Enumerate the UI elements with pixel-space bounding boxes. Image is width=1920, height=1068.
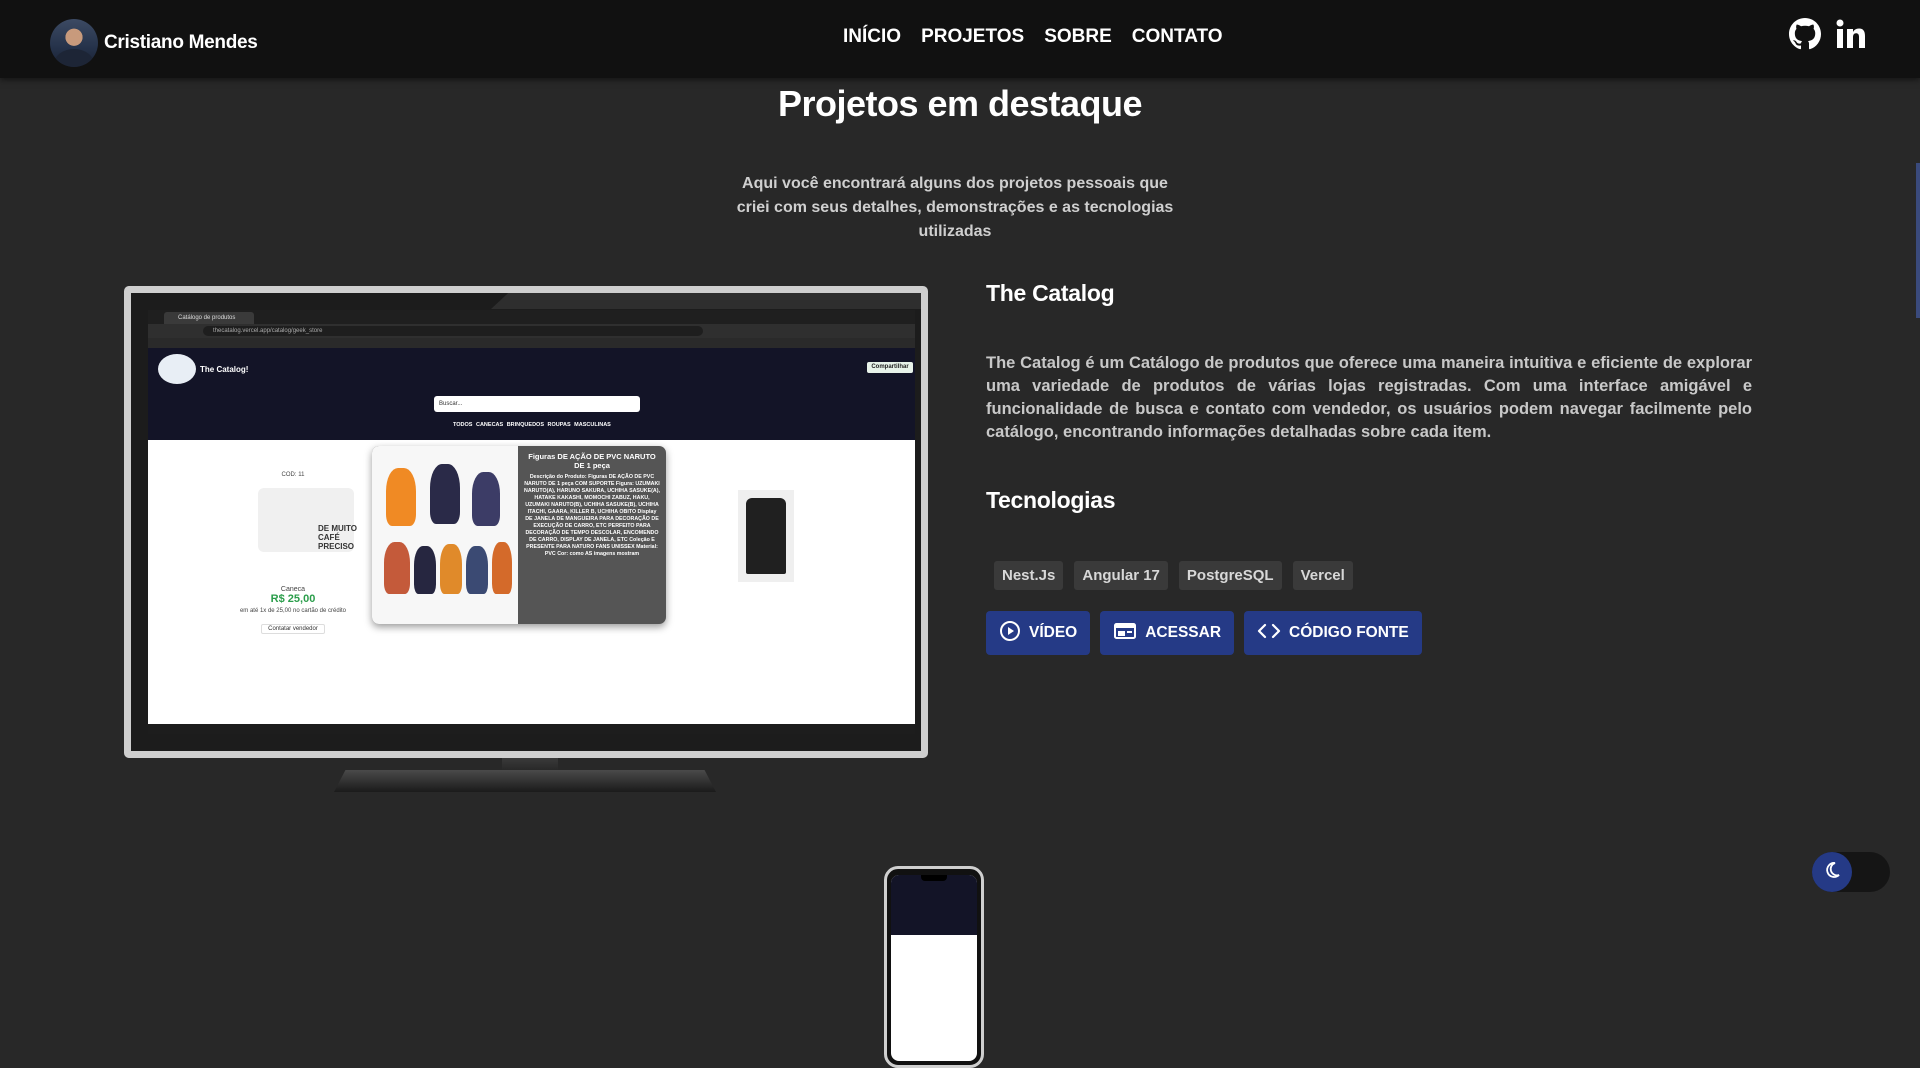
tech-tag: PostgreSQL (1178, 561, 1282, 590)
theme-toggle[interactable] (1812, 852, 1890, 892)
avatar (50, 19, 98, 67)
figures-image (372, 446, 518, 624)
section-subtitle: Aqui você encontrará alguns dos projetos… (736, 175, 1174, 240)
social-links (1789, 18, 1867, 50)
popup-description: Descrição do Produto: Figuras DE AÇÃO DE… (524, 474, 660, 557)
play-icon (999, 620, 1021, 647)
contact-seller-button: Contatar vendedor (261, 624, 325, 634)
code-icon (1257, 622, 1281, 645)
nav-link-projetos[interactable]: PROJETOS (921, 26, 1024, 48)
product-note: em até 1x de 25,00 no cartão de crédito (239, 608, 347, 614)
brand[interactable]: Cristiano Mendes (50, 19, 258, 67)
site-search: Buscar... (434, 396, 640, 412)
site-header: The Catalog! Compartilhar Buscar... TODO… (148, 348, 915, 440)
popup-title: Figuras DE AÇÃO DE PVC NARUTO DE 1 peça (528, 452, 656, 470)
share-button: Compartilhar (867, 362, 913, 373)
technologies-title: Tecnologias (986, 487, 1116, 513)
section-title: Projetos em destaque (777, 83, 1143, 124)
monitor-screen: Catálogo de produtos thecatalog.vercel.a… (131, 293, 921, 751)
technology-tags: Nest.Js Angular 17 PostgreSQL Vercel (994, 561, 1353, 590)
browser-tab: Catálogo de produtos (164, 312, 254, 324)
source-code-button-label: CÓDIGO FONTE (1289, 624, 1409, 641)
moon-icon (1822, 860, 1842, 885)
product-code: COD: 11 (281, 472, 305, 478)
nav-link-sobre[interactable]: SOBRE (1044, 26, 1112, 48)
brand-name[interactable]: Cristiano Mendes (104, 32, 258, 54)
video-button-label: VÍDEO (1029, 624, 1078, 641)
scrollbar-thumb[interactable] (1916, 163, 1920, 318)
project-description: The Catalog é um Catálogo de produtos qu… (986, 354, 1752, 441)
site-logo (158, 354, 196, 384)
video-button[interactable]: VÍDEO (986, 611, 1091, 655)
mug-text: DE MUITO CAFÉ PRECISO (318, 524, 357, 551)
project-mockup: Catálogo de produtos thecatalog.vercel.a… (124, 286, 984, 1068)
theme-toggle-knob[interactable] (1812, 852, 1852, 892)
tech-tag: Vercel (1292, 561, 1353, 590)
main-nav: INÍCIO PROJETOS SOBRE CONTATO (843, 26, 1223, 48)
nav-link-contato[interactable]: CONTATO (1132, 26, 1223, 48)
project-actions: VÍDEO ACESSAR CÓDIGO FONTE (986, 611, 1422, 655)
product-card: COD: 11 (208, 472, 378, 478)
tech-tag: Angular 17 (1074, 561, 1168, 590)
phone-mockup (884, 866, 984, 1068)
monitor-frame: Catálogo de produtos thecatalog.vercel.a… (124, 286, 928, 758)
product-popup: Figuras DE AÇÃO DE PVC NARUTO DE 1 peça … (372, 446, 666, 624)
github-icon[interactable] (1789, 18, 1821, 50)
product-name: Caneca (280, 586, 306, 593)
project-title: The Catalog (986, 280, 1115, 306)
access-button-label: ACESSAR (1145, 624, 1222, 641)
product-price: R$ 25,00 (270, 593, 316, 605)
browser-screenshot: Catálogo de produtos thecatalog.vercel.a… (148, 310, 915, 734)
site-body: COD: 11 DE MUITO CAFÉ PRECISO Caneca R$ 25… (148, 440, 915, 734)
monitor-stand-base (334, 770, 716, 792)
source-code-button[interactable]: CÓDIGO FONTE (1244, 611, 1422, 655)
linkedin-icon[interactable] (1835, 19, 1867, 49)
popup-text: Figuras DE AÇÃO DE PVC NARUTO DE 1 peça … (524, 452, 660, 558)
browser-icon (1113, 621, 1137, 646)
phone-screen (891, 875, 977, 1061)
navbar: Cristiano Mendes INÍCIO PROJETOS SOBRE C… (0, 0, 1920, 78)
browser-url: thecatalog.vercel.app/catalog/geek_store (203, 326, 703, 336)
taskbar (148, 724, 915, 734)
access-button[interactable]: ACESSAR (1100, 611, 1235, 655)
site-name: The Catalog! (200, 365, 249, 374)
shirt-image (738, 490, 794, 582)
product-info: Caneca R$ 25,00 em até 1x de 25,00 no ca… (208, 586, 378, 634)
tech-tag: Nest.Js (994, 561, 1064, 590)
site-categories: TODOS CANECAS BRINQUEDOS ROUPAS MASCULIN… (453, 422, 611, 428)
nav-link-inicio[interactable]: INÍCIO (843, 26, 901, 48)
